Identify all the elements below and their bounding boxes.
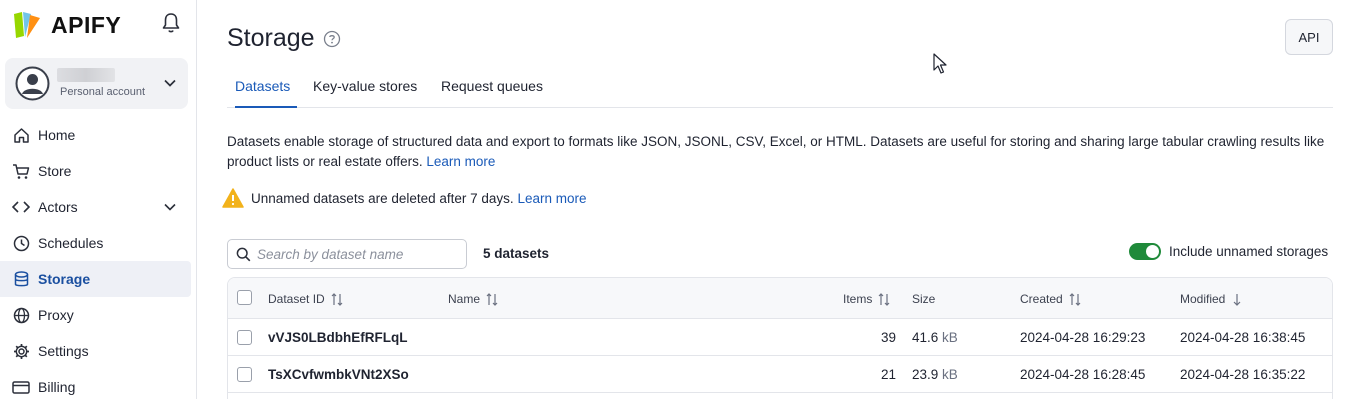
sidebar-item-label: Proxy [38,307,74,323]
account-switcher[interactable]: Personal account [5,58,188,109]
sidebar-item-settings[interactable]: Settings [0,333,196,369]
table-header: Dataset ID Name Items Size Created Modif… [228,278,1332,319]
size-value: 23.9 [912,367,939,382]
sidebar-item-store[interactable]: Store [0,153,196,189]
dataset-id-cell[interactable]: vVJS0LBdbhEfRFLqL [268,330,408,345]
created-cell: 2024-04-28 16:28:45 [1020,367,1146,382]
apify-logo[interactable]: APIFY [12,10,121,40]
toggle-knob [1146,245,1159,258]
sort-desc-icon [1233,293,1241,306]
search-input[interactable] [257,246,457,262]
modified-cell: 2024-04-28 16:38:45 [1180,330,1306,345]
account-subtitle: Personal account [60,86,145,98]
apify-logo-icon [14,12,40,38]
sidebar-item-label: Home [38,127,76,143]
description-text: Datasets enable storage of structured da… [227,134,1325,169]
brand-name: APIFY [51,11,122,38]
warning-learn-more-link[interactable]: Learn more [517,191,586,206]
col-name[interactable]: Name [448,292,498,306]
col-label: Modified [1180,292,1226,306]
col-label: Size [912,292,936,306]
created-cell: 2024-04-28 16:29:23 [1020,330,1146,345]
warning-text: Unnamed datasets are deleted after 7 day… [251,190,514,206]
dataset-count: 5 datasets [483,246,550,261]
col-dataset-id[interactable]: Dataset ID [268,292,343,306]
sort-icon [331,292,343,306]
col-label: Created [1020,292,1063,306]
size-cell: 23.9 kB [912,367,958,382]
sidebar-item-label: Actors [38,199,78,215]
sidebar: APIFY Personal account Home Store Actors… [0,0,197,399]
tab-key-value-stores[interactable]: Key-value stores [313,78,417,108]
col-label: Items [843,292,873,306]
sidebar-item-proxy[interactable]: Proxy [0,297,196,333]
include-unnamed-toggle[interactable]: Include unnamed storages [1129,243,1328,260]
warning-icon [222,188,244,208]
modified-cell: 2024-04-28 16:35:22 [1180,367,1306,382]
billing-icon [12,378,30,396]
toggle-switch[interactable] [1129,243,1161,260]
sidebar-item-billing[interactable]: Billing [0,369,196,399]
help-icon[interactable] [323,30,341,48]
col-items[interactable]: Items [843,292,890,306]
row-checkbox[interactable] [237,367,252,382]
page-title: Storage [227,24,341,53]
avatar [15,66,50,101]
size-value: 41.6 [912,330,939,345]
col-label: Dataset ID [268,292,325,306]
sidebar-item-label: Billing [38,379,76,395]
items-cell: 21 [880,367,896,382]
datasets-table: Dataset ID Name Items Size Created Modif… [227,277,1333,399]
sidebar-item-home[interactable]: Home [0,117,196,153]
row-checkbox[interactable] [237,330,252,345]
datasets-description: Datasets enable storage of structured da… [227,132,1337,172]
sidebar-item-label: Schedules [38,235,104,251]
sidebar-item-schedules[interactable]: Schedules [0,225,196,261]
sidebar-item-label: Storage [38,271,91,287]
col-created[interactable]: Created [1020,292,1081,306]
sort-icon [878,292,890,306]
globe-icon [12,306,30,324]
items-cell: 39 [880,330,896,345]
col-size: Size [912,292,935,306]
chevron-down-icon[interactable] [163,200,177,214]
sidebar-item-actors[interactable]: Actors [0,189,196,225]
search-icon [236,247,251,261]
tab-request-queues[interactable]: Request queues [441,78,543,108]
chevron-down-icon [164,79,176,87]
table-row[interactable]: TsXCvfwmbkVNt2XSo 21 23.9 kB 2024-04-28 … [228,356,1332,393]
gear-icon [12,342,30,360]
toggle-label: Include unnamed storages [1169,244,1329,259]
retention-warning: Unnamed datasets are deleted after 7 day… [222,188,586,208]
database-icon [12,270,30,288]
col-modified[interactable]: Modified [1180,292,1243,306]
sidebar-item-label: Store [38,163,72,179]
sidebar-nav: Home Store Actors Schedules Storage Prox… [0,117,196,399]
col-label: Name [448,292,481,306]
tab-datasets[interactable]: Datasets [235,78,297,108]
account-name-redacted [57,68,115,82]
select-all-checkbox[interactable] [237,290,252,305]
learn-more-link[interactable]: Learn more [426,154,495,169]
home-icon [12,126,30,144]
cart-icon [12,162,30,180]
storage-tabs: Datasets Key-value stores Request queues [227,70,1333,108]
clock-icon [12,234,30,252]
mouse-cursor-icon [933,53,947,74]
size-cell: 41.6 kB [912,330,958,345]
table-row[interactable]: vVJS0LBdbhEfRFLqL 39 41.6 kB 2024-04-28 … [228,319,1332,356]
size-unit: kB [942,330,958,345]
api-button[interactable]: API [1285,19,1333,55]
sidebar-item-storage[interactable]: Storage [0,261,191,297]
code-icon [12,198,30,216]
sort-icon [486,292,498,306]
bell-icon[interactable] [161,12,181,34]
dataset-id-cell[interactable]: TsXCvfwmbkVNt2XSo [268,367,409,382]
sort-icon [1069,292,1081,306]
dataset-search[interactable] [227,239,467,269]
page-title-text: Storage [227,24,315,52]
sidebar-item-label: Settings [38,343,89,359]
size-unit: kB [942,367,958,382]
